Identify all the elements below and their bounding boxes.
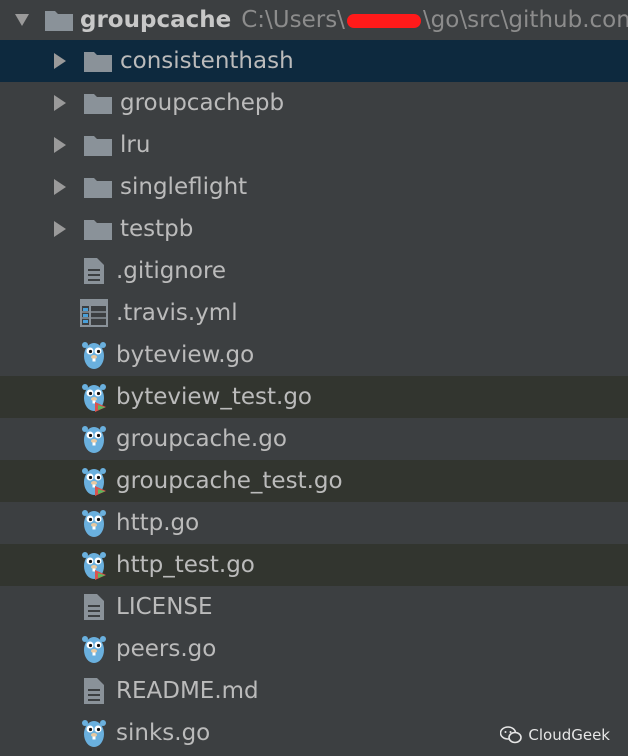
folder-icon: [82, 213, 114, 245]
folder-icon: [82, 171, 114, 203]
folder-label: singleflight: [120, 174, 248, 200]
text-file-icon: [78, 255, 110, 287]
file-row[interactable]: http_test.go: [0, 544, 628, 586]
watermark: CloudGeek: [500, 726, 610, 744]
folder-label: testpb: [120, 216, 194, 242]
file-label: http.go: [116, 510, 200, 536]
text-file-icon: [78, 675, 110, 707]
file-row[interactable]: groupcache.go: [0, 418, 628, 460]
file-row[interactable]: http.go: [0, 502, 628, 544]
go-test-file-icon: [78, 549, 110, 581]
file-row[interactable]: LICENSE: [0, 586, 628, 628]
file-label: sinks.go: [116, 720, 211, 746]
file-row[interactable]: README.md: [0, 670, 628, 712]
file-row[interactable]: byteview_test.go: [0, 376, 628, 418]
folder-label: consistenthash: [120, 48, 294, 74]
yaml-file-icon: [78, 297, 110, 329]
file-label: .travis.yml: [116, 300, 238, 326]
wechat-icon: [500, 726, 523, 744]
text-file-icon: [78, 591, 110, 623]
go-file-icon: [78, 507, 110, 539]
root-folder-label: groupcache: [80, 7, 232, 33]
folder-label: lru: [120, 132, 151, 158]
folder-label: groupcachepb: [120, 90, 285, 116]
folder-icon: [82, 129, 114, 161]
watermark-label: CloudGeek: [528, 726, 610, 744]
go-test-file-icon: [78, 381, 110, 413]
go-file-icon: [78, 339, 110, 371]
go-test-file-icon: [78, 465, 110, 497]
file-label: groupcache_test.go: [116, 468, 343, 494]
go-file-icon: [78, 717, 110, 749]
project-tree: groupcache C:\Users\ \go\src\github.com c…: [0, 0, 628, 754]
go-file-icon: [78, 423, 110, 455]
go-file-icon: [78, 633, 110, 665]
folder-icon: [82, 87, 114, 119]
folder-row[interactable]: groupcachepb: [0, 82, 628, 124]
file-row[interactable]: peers.go: [0, 628, 628, 670]
file-row[interactable]: .gitignore: [0, 250, 628, 292]
file-label: http_test.go: [116, 552, 255, 578]
chevron-right-icon[interactable]: [38, 136, 82, 154]
file-row[interactable]: .travis.yml: [0, 292, 628, 334]
chevron-right-icon[interactable]: [38, 94, 82, 112]
folder-icon: [82, 45, 114, 77]
file-label: groupcache.go: [116, 426, 287, 452]
tree-root-row[interactable]: groupcache C:\Users\ \go\src\github.com: [0, 0, 628, 40]
folder-icon: [44, 4, 74, 36]
file-row[interactable]: groupcache_test.go: [0, 460, 628, 502]
redaction-mark: [346, 13, 421, 28]
chevron-right-icon[interactable]: [38, 178, 82, 196]
file-row[interactable]: byteview.go: [0, 334, 628, 376]
file-label: peers.go: [116, 636, 217, 662]
chevron-right-icon[interactable]: [38, 52, 82, 70]
file-label: byteview.go: [116, 342, 255, 368]
folder-row[interactable]: lru: [0, 124, 628, 166]
chevron-down-icon[interactable]: [0, 13, 44, 27]
file-label: README.md: [116, 678, 259, 704]
root-folder-path: C:\Users\ \go\src\github.com: [241, 7, 628, 33]
folder-row[interactable]: singleflight: [0, 166, 628, 208]
file-label: byteview_test.go: [116, 384, 312, 410]
folder-row[interactable]: testpb: [0, 208, 628, 250]
file-label: .gitignore: [116, 258, 227, 284]
chevron-right-icon[interactable]: [38, 220, 82, 238]
file-label: LICENSE: [116, 594, 213, 620]
folder-row[interactable]: consistenthash: [0, 40, 628, 82]
